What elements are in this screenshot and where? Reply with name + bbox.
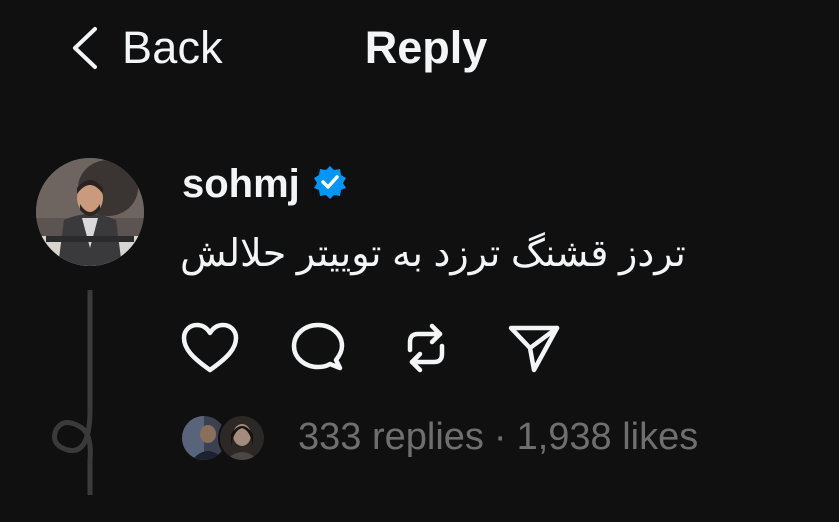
- comment-bubble-icon: [290, 320, 346, 376]
- username[interactable]: sohmj: [182, 162, 300, 207]
- send-icon: [506, 320, 562, 376]
- replier-avatar: [218, 414, 266, 462]
- post-text: تردز قشنگ ترزد به توییتر حلالش: [180, 233, 686, 275]
- thread-line: [48, 287, 108, 498]
- repost-button[interactable]: [396, 318, 456, 378]
- likes-count[interactable]: 1,938 likes: [517, 416, 699, 459]
- heart-icon: [181, 322, 239, 374]
- chevron-left-icon: [70, 26, 100, 70]
- stats-text: 333 replies · 1,938 likes: [298, 416, 698, 459]
- comment-button[interactable]: [288, 318, 348, 378]
- repost-icon: [398, 320, 454, 376]
- post-header: sohmj: [182, 158, 348, 210]
- avatar[interactable]: [36, 158, 144, 266]
- replier-avatars[interactable]: [180, 412, 270, 462]
- stats-separator: ·: [493, 415, 507, 458]
- replies-count[interactable]: 333 replies: [298, 416, 484, 459]
- post-actions: [180, 318, 612, 378]
- reply-screen: Back Reply sohmj تردز قشنگ ترزد به توییت…: [0, 0, 839, 522]
- verified-badge-icon: [312, 164, 348, 205]
- post-stats: 333 replies · 1,938 likes: [180, 410, 698, 464]
- page-title: Reply: [364, 22, 488, 73]
- like-button[interactable]: [180, 318, 240, 378]
- share-button[interactable]: [504, 318, 564, 378]
